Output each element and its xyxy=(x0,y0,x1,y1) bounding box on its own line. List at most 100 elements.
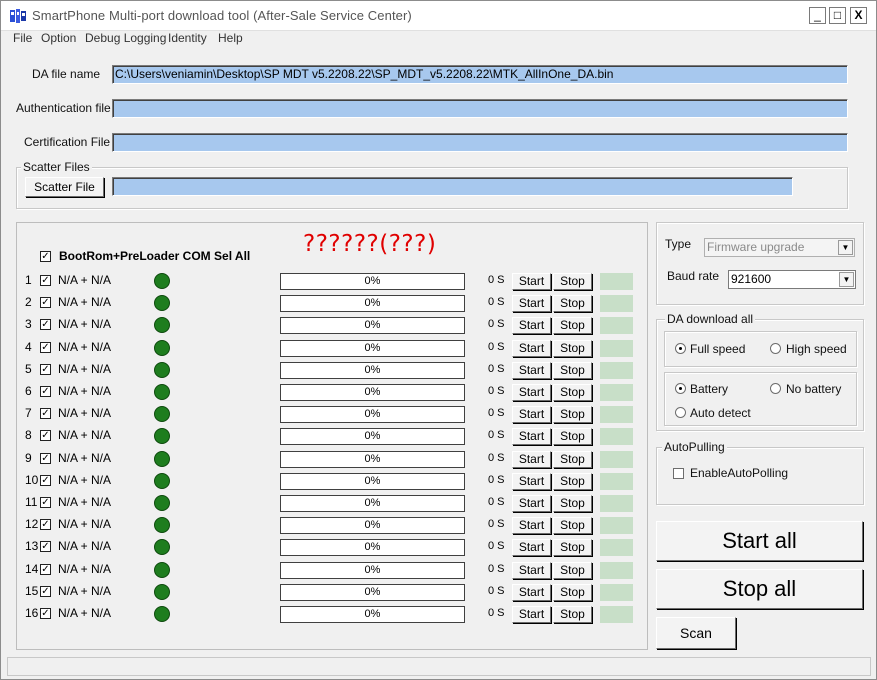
port-stop-button[interactable]: Stop xyxy=(553,428,592,445)
port-stop-button[interactable]: Stop xyxy=(553,562,592,579)
da-file-field[interactable]: C:\Users\veniamin\Desktop\SP MDT v5.2208… xyxy=(112,65,848,84)
port-start-button[interactable]: Start xyxy=(512,473,551,490)
menu-identity[interactable]: Identity xyxy=(168,31,207,45)
port-stop-button[interactable]: Stop xyxy=(553,539,592,556)
port-checkbox[interactable]: ✓ xyxy=(40,541,51,552)
port-stop-button[interactable]: Stop xyxy=(553,406,592,423)
select-all-checkbox[interactable]: ✓ xyxy=(40,251,51,262)
port-label: N/A + N/A xyxy=(58,451,112,465)
port-checkbox[interactable]: ✓ xyxy=(40,319,51,330)
port-stop-button[interactable]: Stop xyxy=(553,317,592,334)
port-progress: 0% xyxy=(280,539,465,556)
baud-rate-select[interactable]: 921600 ▼ xyxy=(728,270,856,289)
port-start-button[interactable]: Start xyxy=(512,317,551,334)
menu-help[interactable]: Help xyxy=(218,31,243,45)
port-start-button[interactable]: Start xyxy=(512,362,551,379)
port-checkbox[interactable]: ✓ xyxy=(40,386,51,397)
status-bar xyxy=(7,657,871,676)
port-stop-button[interactable]: Stop xyxy=(553,517,592,534)
auth-file-field[interactable] xyxy=(112,99,848,118)
maximize-button[interactable]: □ xyxy=(829,7,846,24)
port-progress: 0% xyxy=(280,362,465,379)
port-stop-button[interactable]: Stop xyxy=(553,273,592,290)
type-select[interactable]: Firmware upgrade ▼ xyxy=(704,238,855,257)
port-stop-button[interactable]: Stop xyxy=(553,295,592,312)
port-start-button[interactable]: Start xyxy=(512,273,551,290)
port-time: 0 S xyxy=(488,385,505,397)
port-stop-button[interactable]: Stop xyxy=(553,362,592,379)
port-checkbox[interactable]: ✓ xyxy=(40,608,51,619)
port-start-button[interactable]: Start xyxy=(512,428,551,445)
high-speed-radio[interactable] xyxy=(770,343,781,354)
port-stop-button[interactable]: Stop xyxy=(553,340,592,357)
port-checkbox[interactable]: ✓ xyxy=(40,275,51,286)
port-checkbox[interactable]: ✓ xyxy=(40,430,51,441)
battery-radio[interactable] xyxy=(675,383,686,394)
port-start-button[interactable]: Start xyxy=(512,539,551,556)
port-number: 13 xyxy=(25,539,39,553)
autopulling-title: AutoPulling xyxy=(662,440,727,454)
chevron-down-icon: ▼ xyxy=(839,272,854,287)
cert-file-field[interactable] xyxy=(112,133,848,152)
no-battery-radio[interactable] xyxy=(770,383,781,394)
port-label: N/A + N/A xyxy=(58,295,112,309)
port-stop-button[interactable]: Stop xyxy=(553,473,592,490)
menu-option[interactable]: Option xyxy=(41,31,76,45)
port-start-button[interactable]: Start xyxy=(512,384,551,401)
port-time: 0 S xyxy=(488,496,505,508)
stop-all-button[interactable]: Stop all xyxy=(656,569,863,609)
minimize-button[interactable]: _ xyxy=(809,7,826,24)
port-checkbox[interactable]: ✓ xyxy=(40,564,51,575)
port-time: 0 S xyxy=(488,563,505,575)
status-led-icon xyxy=(154,428,170,444)
port-time: 0 S xyxy=(488,318,505,330)
scan-button[interactable]: Scan xyxy=(656,617,736,649)
port-start-button[interactable]: Start xyxy=(512,584,551,601)
port-checkbox[interactable]: ✓ xyxy=(40,519,51,530)
scatter-file-field[interactable] xyxy=(112,177,793,196)
port-label: N/A + N/A xyxy=(58,317,112,331)
port-stop-button[interactable]: Stop xyxy=(553,606,592,623)
port-stop-button[interactable]: Stop xyxy=(553,384,592,401)
status-led-icon xyxy=(154,606,170,622)
port-start-button[interactable]: Start xyxy=(512,451,551,468)
port-stop-button[interactable]: Stop xyxy=(553,495,592,512)
port-progress: 0% xyxy=(280,317,465,334)
port-checkbox[interactable]: ✓ xyxy=(40,475,51,486)
status-led-icon xyxy=(154,362,170,378)
port-stop-button[interactable]: Stop xyxy=(553,584,592,601)
menu-debug-logging[interactable]: Debug Logging xyxy=(85,31,166,45)
port-stop-button[interactable]: Stop xyxy=(553,451,592,468)
port-time: 0 S xyxy=(488,274,505,286)
port-start-button[interactable]: Start xyxy=(512,562,551,579)
port-start-button[interactable]: Start xyxy=(512,517,551,534)
port-start-button[interactable]: Start xyxy=(512,606,551,623)
port-checkbox[interactable]: ✓ xyxy=(40,586,51,597)
port-start-button[interactable]: Start xyxy=(512,340,551,357)
port-start-button[interactable]: Start xyxy=(512,295,551,312)
port-progress: 0% xyxy=(280,428,465,445)
port-checkbox[interactable]: ✓ xyxy=(40,297,51,308)
port-checkbox[interactable]: ✓ xyxy=(40,364,51,375)
port-time: 0 S xyxy=(488,296,505,308)
auto-detect-radio[interactable] xyxy=(675,407,686,418)
menu-file[interactable]: File xyxy=(13,31,32,45)
port-status-box xyxy=(600,495,633,512)
port-checkbox[interactable]: ✓ xyxy=(40,408,51,419)
port-checkbox[interactable]: ✓ xyxy=(40,497,51,508)
start-all-button[interactable]: Start all xyxy=(656,521,863,561)
port-number: 12 xyxy=(25,517,39,531)
status-led-icon xyxy=(154,317,170,333)
auto-detect-label: Auto detect xyxy=(690,406,751,420)
port-checkbox[interactable]: ✓ xyxy=(40,342,51,353)
port-progress: 0% xyxy=(280,562,465,579)
enable-autopolling-checkbox[interactable] xyxy=(673,468,684,479)
scatter-file-button[interactable]: Scatter File xyxy=(25,177,104,197)
port-start-button[interactable]: Start xyxy=(512,406,551,423)
port-status-box xyxy=(600,273,633,290)
port-checkbox[interactable]: ✓ xyxy=(40,453,51,464)
port-progress: 0% xyxy=(280,295,465,312)
full-speed-radio[interactable] xyxy=(675,343,686,354)
port-start-button[interactable]: Start xyxy=(512,495,551,512)
close-button[interactable]: X xyxy=(850,7,867,24)
